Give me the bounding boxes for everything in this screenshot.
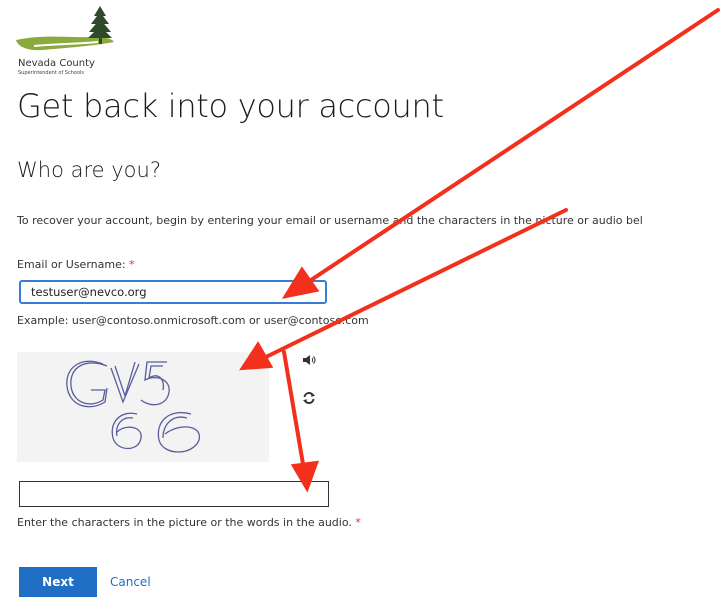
captcha-input[interactable]	[19, 481, 329, 507]
email-label-text: Email or Username:	[17, 258, 126, 271]
cancel-link[interactable]: Cancel	[110, 575, 151, 589]
refresh-icon	[303, 392, 315, 404]
instructions-text: To recover your account, begin by enteri…	[17, 214, 643, 227]
required-marker: *	[355, 516, 361, 529]
arrow-to-email	[306, 8, 720, 284]
logo-subtitle: Superintendent of Schools	[18, 70, 84, 76]
refresh-captcha-button[interactable]	[302, 391, 316, 408]
logo-emblem-icon	[16, 6, 114, 51]
page-title: Get back into your account	[17, 87, 444, 125]
audio-captcha-button[interactable]	[302, 354, 316, 369]
captcha-image	[17, 352, 269, 462]
nevada-county-logo: Nevada County Superintendent of Schools	[14, 4, 124, 76]
email-label: Email or Username: *	[17, 258, 135, 271]
logo-name: Nevada County	[18, 58, 95, 69]
speaker-icon	[303, 355, 316, 365]
email-input[interactable]: testuser@nevco.org	[19, 280, 327, 304]
arrow-to-captcha-input	[282, 350, 306, 472]
captcha-label: Enter the characters in the picture or t…	[17, 516, 361, 529]
captcha-label-text: Enter the characters in the picture or t…	[17, 516, 352, 529]
required-marker: *	[129, 258, 135, 271]
captcha-text-graphic	[66, 360, 200, 453]
email-example-text: Example: user@contoso.onmicrosoft.com or…	[17, 314, 369, 327]
page-subtitle: Who are you?	[17, 158, 161, 182]
next-button[interactable]: Next	[19, 567, 97, 597]
